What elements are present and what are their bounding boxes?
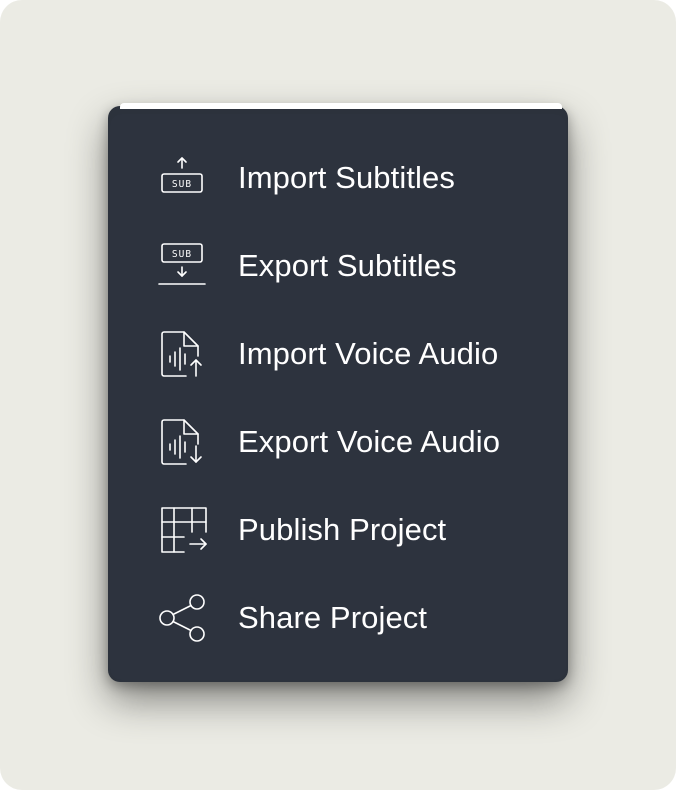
menu-item-import-subtitles[interactable]: SUB Import Subtitles [110, 134, 566, 222]
export-audio-icon [154, 414, 210, 470]
svg-text:SUB: SUB [172, 249, 192, 260]
menu-item-export-subtitles[interactable]: SUB Export Subtitles [110, 222, 566, 310]
menu-item-share-project[interactable]: Share Project [110, 574, 566, 662]
menu-item-export-voice-audio[interactable]: Export Voice Audio [110, 398, 566, 486]
menu-item-label: Export Subtitles [238, 248, 457, 283]
menu-item-label: Share Project [238, 600, 428, 635]
menu-item-label: Export Voice Audio [238, 424, 501, 459]
import-subtitles-icon: SUB [154, 150, 210, 206]
menu-item-publish-project[interactable]: Publish Project [110, 486, 566, 574]
context-menu: SUB Import Subtitles SUB Export Subtitle… [110, 114, 566, 680]
import-audio-icon [154, 326, 210, 382]
menu-item-label: Import Voice Audio [238, 336, 499, 371]
menu-item-label: Publish Project [238, 512, 447, 547]
export-subtitles-icon: SUB [154, 238, 210, 294]
menu-item-label: Import Subtitles [238, 160, 455, 195]
menu-item-import-voice-audio[interactable]: Import Voice Audio [110, 310, 566, 398]
share-icon [154, 590, 210, 646]
svg-text:SUB: SUB [172, 179, 192, 190]
publish-icon [154, 502, 210, 558]
